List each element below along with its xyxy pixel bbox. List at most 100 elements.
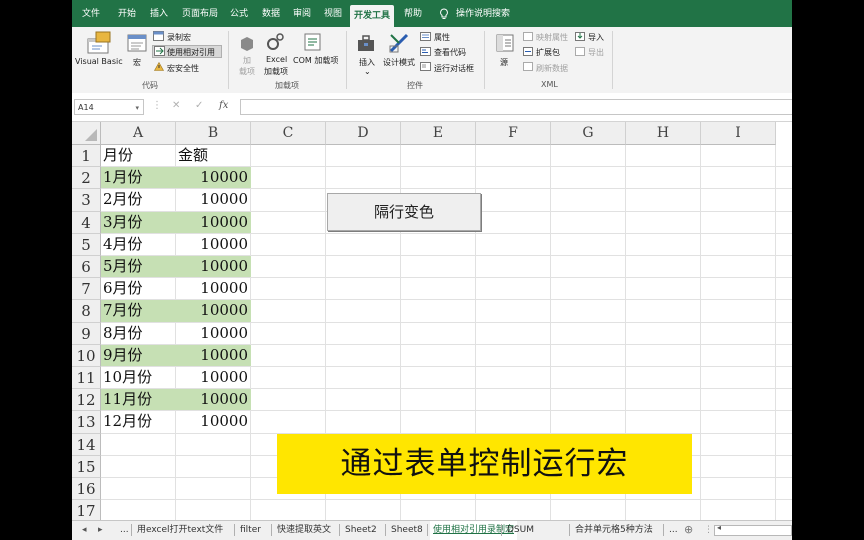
refresh-data-button[interactable]: 刷新数据 (536, 63, 568, 74)
tab-view[interactable]: 视图 (324, 0, 342, 27)
row-header-11[interactable]: 11 (72, 367, 101, 390)
sheet-tab[interactable]: filter (237, 521, 264, 540)
table-cell-month[interactable]: 3月份 (101, 211, 176, 233)
table-cell-month[interactable]: 11月份 (101, 389, 176, 411)
table-cell-amount[interactable]: 10000 (176, 278, 251, 299)
tab-formulas[interactable]: 公式 (230, 0, 248, 27)
add-ins-label-2[interactable]: 载项 (239, 66, 255, 77)
table-cell-amount[interactable]: 10000 (176, 256, 251, 278)
cell-a1-header[interactable]: 月份 (101, 145, 176, 166)
tell-me-search[interactable]: 操作说明搜索 (456, 0, 510, 27)
column-header-f[interactable]: F (476, 122, 551, 145)
column-header-d[interactable]: D (326, 122, 401, 145)
table-cell-month[interactable]: 10月份 (101, 367, 176, 388)
table-cell-amount[interactable]: 10000 (176, 167, 251, 189)
row-header-7[interactable]: 7 (72, 278, 101, 301)
sheet-tab[interactable]: 快速提取英文 (274, 521, 334, 540)
table-cell-amount[interactable]: 10000 (176, 389, 251, 411)
map-properties-button[interactable]: 映射属性 (536, 32, 568, 43)
row-header-2[interactable]: 2 (72, 167, 101, 190)
table-cell-amount[interactable]: 10000 (176, 411, 251, 432)
column-header-h[interactable]: H (626, 122, 701, 145)
macro-security-button[interactable]: 宏安全性 (167, 63, 199, 74)
insert-function-icon[interactable]: fx (219, 100, 228, 111)
row-header-13[interactable]: 13 (72, 411, 101, 434)
properties-button[interactable]: 属性 (434, 32, 450, 43)
sheet-tab[interactable]: 合并单元格5种方法 (572, 521, 656, 540)
row-header-10[interactable]: 10 (72, 344, 101, 367)
splitter-icon[interactable]: ⋮ (704, 521, 713, 540)
excel-add-ins-label-1[interactable]: Excel (266, 55, 287, 64)
sheet-tab[interactable]: 用excel打开text文件 (134, 521, 226, 540)
tab-review[interactable]: 审阅 (293, 0, 311, 27)
row-header-14[interactable]: 14 (72, 433, 101, 456)
table-cell-month[interactable]: 1月份 (101, 167, 176, 189)
run-dialog-button[interactable]: 运行对话框 (434, 63, 474, 74)
table-cell-month[interactable]: 5月份 (101, 256, 176, 278)
expansion-packs-button[interactable]: 扩展包 (536, 47, 560, 58)
horizontal-scrollbar[interactable]: ◂ (714, 523, 792, 536)
table-cell-month[interactable]: 9月份 (101, 344, 176, 366)
row-header-16[interactable]: 16 (72, 478, 101, 501)
row-header-9[interactable]: 9 (72, 322, 101, 345)
row-header-3[interactable]: 3 (72, 189, 101, 212)
column-header-a[interactable]: A (101, 122, 176, 145)
table-cell-month[interactable]: 6月份 (101, 278, 176, 299)
row-header-15[interactable]: 15 (72, 455, 101, 478)
sheet-tab[interactable]: DSUM (504, 521, 537, 540)
column-header-i[interactable]: I (701, 122, 776, 145)
sheet-tab-overflow[interactable]: ... (117, 521, 132, 540)
tab-data[interactable]: 数据 (262, 0, 280, 27)
sheet-tab-overflow[interactable]: ... (666, 521, 681, 540)
tab-home[interactable]: 开始 (118, 0, 136, 27)
design-mode-toggle[interactable]: 设计模式 (383, 57, 415, 68)
row-header-12[interactable]: 12 (72, 389, 101, 412)
table-cell-month[interactable]: 7月份 (101, 300, 176, 322)
macro-form-button[interactable]: 隔行变色 (327, 193, 481, 231)
name-box[interactable]: A14 ▾ (74, 99, 144, 115)
tab-file[interactable]: 文件 (82, 0, 100, 27)
macros-button[interactable]: 宏 (133, 57, 141, 68)
row-header-5[interactable]: 5 (72, 233, 101, 256)
add-sheet-icon[interactable]: ⊕ (684, 521, 693, 540)
tab-page-layout[interactable]: 页面布局 (182, 0, 218, 27)
row-header-8[interactable]: 8 (72, 300, 101, 323)
enter-icon[interactable]: ✓ (195, 100, 203, 111)
row-header-6[interactable]: 6 (72, 256, 101, 279)
table-cell-amount[interactable]: 10000 (176, 323, 251, 344)
formula-input[interactable] (240, 99, 792, 115)
xml-source-button[interactable]: 源 (500, 57, 508, 68)
scroll-left-arrow-icon[interactable]: ◂ (717, 523, 721, 532)
table-cell-amount[interactable]: 10000 (176, 211, 251, 233)
table-cell-amount[interactable]: 10000 (176, 189, 251, 210)
table-cell-amount[interactable]: 10000 (176, 234, 251, 255)
com-add-ins-button[interactable]: COM 加载项 (293, 55, 338, 66)
view-code-button[interactable]: 查看代码 (434, 47, 466, 58)
cancel-icon[interactable]: ✕ (172, 100, 180, 111)
table-cell-month[interactable]: 4月份 (101, 234, 176, 255)
select-all-corner[interactable] (72, 122, 101, 145)
sheet-tab[interactable]: Sheet2 (342, 521, 380, 540)
export-button[interactable]: 导出 (588, 47, 604, 58)
sheet-tab[interactable]: Sheet8 (388, 521, 426, 540)
cell-b1-header[interactable]: 金额 (176, 145, 251, 166)
import-button[interactable]: 导入 (588, 32, 604, 43)
table-cell-amount[interactable]: 10000 (176, 344, 251, 366)
tab-developer[interactable]: 开发工具 (350, 5, 395, 27)
tab-insert[interactable]: 插入 (150, 0, 168, 27)
column-header-g[interactable]: G (551, 122, 626, 145)
scroll-left-icon[interactable]: ◂ (82, 521, 87, 540)
chevron-down-icon[interactable]: ▾ (135, 100, 139, 116)
table-cell-amount[interactable]: 10000 (176, 367, 251, 388)
scroll-right-icon[interactable]: ▸ (98, 521, 103, 540)
table-cell-amount[interactable]: 10000 (176, 300, 251, 322)
column-header-c[interactable]: C (251, 122, 326, 145)
table-cell-month[interactable]: 8月份 (101, 323, 176, 344)
excel-add-ins-label-2[interactable]: 加载项 (264, 66, 288, 77)
column-header-b[interactable]: B (176, 122, 251, 145)
visual-basic-button[interactable]: Visual Basic (75, 57, 123, 66)
record-macro-button[interactable]: 录制宏 (167, 32, 191, 43)
add-ins-label-1[interactable]: 加 (243, 55, 251, 66)
tab-help[interactable]: 帮助 (404, 0, 422, 27)
row-header-4[interactable]: 4 (72, 211, 101, 234)
